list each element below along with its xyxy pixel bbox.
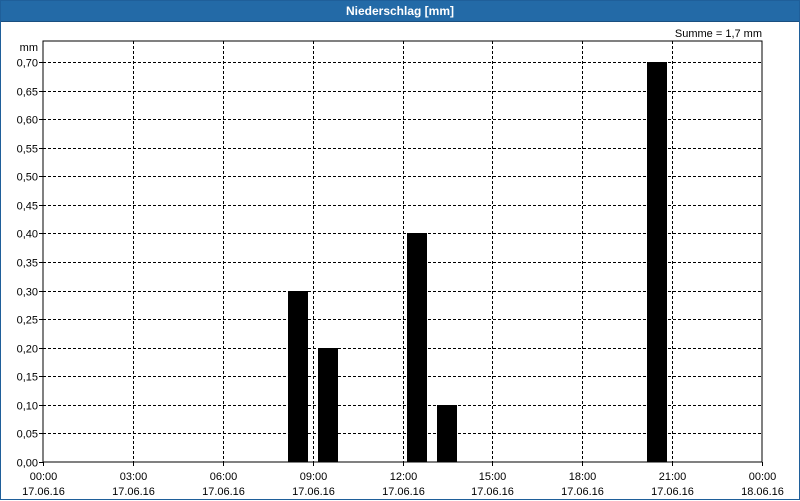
x-tick-time-label: 18:00 bbox=[569, 471, 597, 483]
x-tick-date-label: 17.06.16 bbox=[202, 486, 245, 498]
y-tick-label: 0,60 bbox=[17, 115, 38, 127]
precipitation-bar bbox=[647, 62, 667, 462]
x-tick-time-label: 12:00 bbox=[390, 471, 418, 483]
x-tick-time-label: 21:00 bbox=[659, 471, 687, 483]
x-tick-time-label: 09:00 bbox=[300, 471, 328, 483]
x-tick-date-label: 17.06.16 bbox=[22, 486, 65, 498]
y-tick-label: 0,00 bbox=[17, 458, 38, 470]
precipitation-bar bbox=[407, 233, 427, 462]
precipitation-bar bbox=[437, 405, 457, 462]
y-tick-label: 0,70 bbox=[17, 58, 38, 70]
x-tick-date-label: 17.06.16 bbox=[382, 486, 425, 498]
x-tick-date-label: 17.06.16 bbox=[561, 486, 604, 498]
x-tick-time-label: 03:00 bbox=[120, 471, 148, 483]
y-tick-label: 0,20 bbox=[17, 344, 38, 356]
x-tick-time-label: 06:00 bbox=[210, 471, 238, 483]
y-tick-label: 0,35 bbox=[17, 258, 38, 270]
y-tick-label: 0,30 bbox=[17, 287, 38, 299]
x-tick-time-label: 00:00 bbox=[749, 471, 777, 483]
y-tick-label: 0,25 bbox=[17, 315, 38, 327]
precipitation-bar bbox=[288, 291, 308, 462]
x-tick-date-label: 18.06.16 bbox=[741, 486, 784, 498]
x-tick-date-label: 17.06.16 bbox=[112, 486, 155, 498]
x-tick-date-label: 17.06.16 bbox=[471, 486, 514, 498]
y-tick-label: 0,15 bbox=[17, 372, 38, 384]
y-tick-label: 0,65 bbox=[17, 87, 38, 99]
y-tick-label: 0,05 bbox=[17, 429, 38, 441]
sum-label: Summe = 1,7 mm bbox=[675, 28, 762, 40]
y-axis-unit: mm bbox=[20, 42, 38, 54]
x-tick-date-label: 17.06.16 bbox=[292, 486, 335, 498]
x-tick-time-label: 00:00 bbox=[30, 471, 58, 483]
y-tick-label: 0,10 bbox=[17, 401, 38, 413]
y-tick-label: 0,45 bbox=[17, 201, 38, 213]
y-tick-label: 0,50 bbox=[17, 172, 38, 184]
precipitation-chart: 0,00 0,05 0,10 0,15 0,20 0,25 0,30 0,35 0,40 0,45… bbox=[17, 28, 784, 498]
chart-window: Niederschlag [mm] 0,00 0,05 0,10 0,15 0,20 0,… bbox=[0, 0, 800, 500]
x-tick-date-label: 17.06.16 bbox=[651, 486, 694, 498]
y-tick-label: 0,55 bbox=[17, 144, 38, 156]
precipitation-bar bbox=[318, 348, 338, 462]
x-tick-time-label: 15:00 bbox=[479, 471, 507, 483]
y-tick-label: 0,40 bbox=[17, 229, 38, 241]
